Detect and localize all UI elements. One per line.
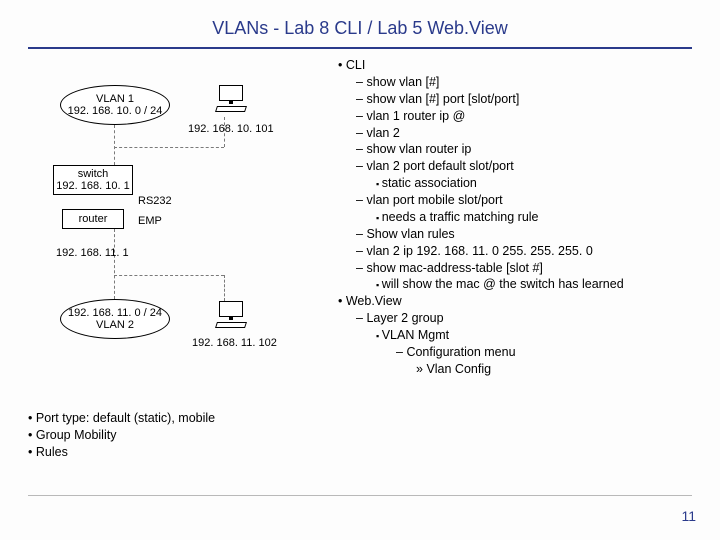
text-outline: CLI show vlan [#] show vlan [#] port [sl… xyxy=(328,57,692,437)
vlan1-name: VLAN 1 xyxy=(61,93,169,105)
note-item: Port type: default (static), mobile xyxy=(28,410,215,427)
vlan2-name: VLAN 2 xyxy=(61,319,169,331)
footer-rule xyxy=(28,495,692,496)
cli-subitem: will show the mac @ the switch has learn… xyxy=(338,276,692,293)
footer-notes: Port type: default (static), mobile Grou… xyxy=(28,410,215,461)
cli-item: show vlan [#] port [slot/port] xyxy=(338,91,692,108)
webview-heading: Web.View xyxy=(338,293,692,310)
diagram: VLAN 1 192. 168. 10. 0 / 24 192. 168. 10… xyxy=(28,57,328,437)
cli-item: show vlan [#] xyxy=(338,74,692,91)
vlan1-subnet: 192. 168. 10. 0 / 24 xyxy=(61,105,169,117)
vlan2-ellipse: 192. 168. 11. 0 / 24 VLAN 2 xyxy=(60,299,170,339)
wv-item: Layer 2 group xyxy=(338,310,692,327)
page-number: 11 xyxy=(681,508,696,524)
cli-subitem: needs a traffic matching rule xyxy=(338,209,692,226)
pc-top-icon xyxy=(213,85,249,117)
cli-subitem: static association xyxy=(338,175,692,192)
cli-item: show mac-address-table [slot #] xyxy=(338,260,692,277)
pc-bot-icon xyxy=(213,301,249,333)
emp-label: EMP xyxy=(138,215,162,227)
wv-item: Vlan Config xyxy=(338,361,692,378)
router-label: router xyxy=(63,213,123,225)
note-item: Group Mobility xyxy=(28,427,215,444)
cli-item: vlan 2 xyxy=(338,125,692,142)
content-area: VLAN 1 192. 168. 10. 0 / 24 192. 168. 10… xyxy=(0,57,720,437)
link-router-vlan2 xyxy=(114,229,115,299)
cli-item: vlan 1 router ip @ xyxy=(338,108,692,125)
cli-item: show vlan router ip xyxy=(338,141,692,158)
cli-item: vlan port mobile slot/port xyxy=(338,192,692,209)
wv-item: VLAN Mgmt xyxy=(338,327,692,344)
page-title: VLANs - Lab 8 CLI / Lab 5 Web.View xyxy=(0,0,720,47)
cli-item: Show vlan rules xyxy=(338,226,692,243)
link-vlan2-pc xyxy=(114,275,224,276)
link-vlan1-switch xyxy=(114,125,115,165)
vlan2-subnet: 192. 168. 11. 0 / 24 xyxy=(61,307,169,319)
switch-box: switch 192. 168. 10. 1 xyxy=(53,165,133,195)
note-item: Rules xyxy=(28,444,215,461)
wv-item: Configuration menu xyxy=(338,344,692,361)
router-box: router xyxy=(62,209,124,229)
title-rule xyxy=(28,47,692,49)
ip-11-1: 192. 168. 11. 1 xyxy=(56,247,129,259)
link-vlan1-pc xyxy=(114,147,224,148)
pc-top-ip: 192. 168. 10. 101 xyxy=(188,123,274,135)
switch-ip: 192. 168. 10. 1 xyxy=(54,180,132,192)
cli-item: vlan 2 port default slot/port xyxy=(338,158,692,175)
cli-item: vlan 2 ip 192. 168. 11. 0 255. 255. 255.… xyxy=(338,243,692,260)
rs232-label: RS232 xyxy=(138,195,172,207)
cli-heading: CLI xyxy=(338,57,692,74)
vlan1-ellipse: VLAN 1 192. 168. 10. 0 / 24 xyxy=(60,85,170,125)
switch-label: switch xyxy=(54,168,132,180)
pc-bot-ip: 192. 168. 11. 102 xyxy=(192,337,277,349)
link-pc-bot xyxy=(224,275,225,301)
